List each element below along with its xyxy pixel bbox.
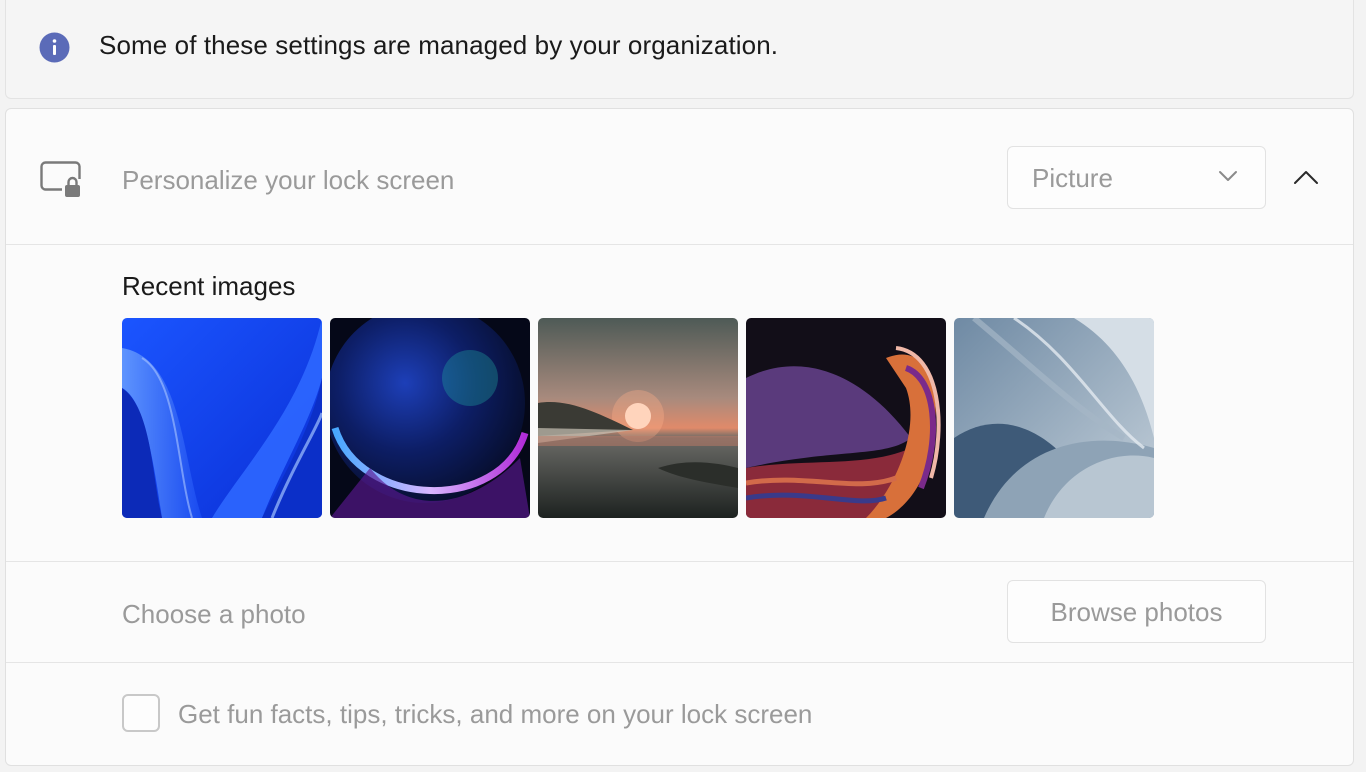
managed-notice-banner: Some of these settings are managed by yo…	[5, 0, 1354, 99]
chevron-down-icon	[1219, 171, 1237, 181]
recent-image-1[interactable]	[122, 318, 322, 518]
lock-screen-icon	[40, 161, 84, 197]
recent-image-4[interactable]	[746, 318, 946, 518]
managed-notice-text: Some of these settings are managed by yo…	[99, 30, 779, 60]
recent-image-2[interactable]	[330, 318, 530, 518]
chevron-up-icon[interactable]	[1288, 162, 1324, 192]
info-icon	[39, 32, 70, 63]
recent-image-5[interactable]	[954, 318, 1154, 518]
browse-photos-button[interactable]: Browse photos	[1007, 580, 1266, 643]
fun-facts-label[interactable]: Get fun facts, tips, tricks, and more on…	[178, 699, 812, 730]
dropdown-selected-value: Picture	[1032, 163, 1113, 193]
fun-facts-row: Get fun facts, tips, tricks, and more on…	[6, 663, 1353, 765]
fun-facts-checkbox[interactable]	[122, 694, 160, 732]
choose-photo-row: Choose a photo Browse photos	[6, 562, 1353, 663]
choose-photo-label: Choose a photo	[122, 599, 306, 629]
recent-images-title: Recent images	[122, 271, 296, 301]
lock-screen-settings: Some of these settings are managed by yo…	[0, 0, 1366, 772]
lock-screen-type-dropdown[interactable]: Picture	[1007, 146, 1266, 209]
personalize-lock-screen-row[interactable]: Personalize your lock screen Picture	[6, 109, 1353, 245]
personalize-lock-screen-label: Personalize your lock screen	[122, 165, 455, 195]
recent-image-3[interactable]	[538, 318, 738, 518]
lock-screen-card: Personalize your lock screen Picture Rec…	[5, 108, 1354, 766]
recent-images-section: Recent images	[6, 245, 1353, 562]
